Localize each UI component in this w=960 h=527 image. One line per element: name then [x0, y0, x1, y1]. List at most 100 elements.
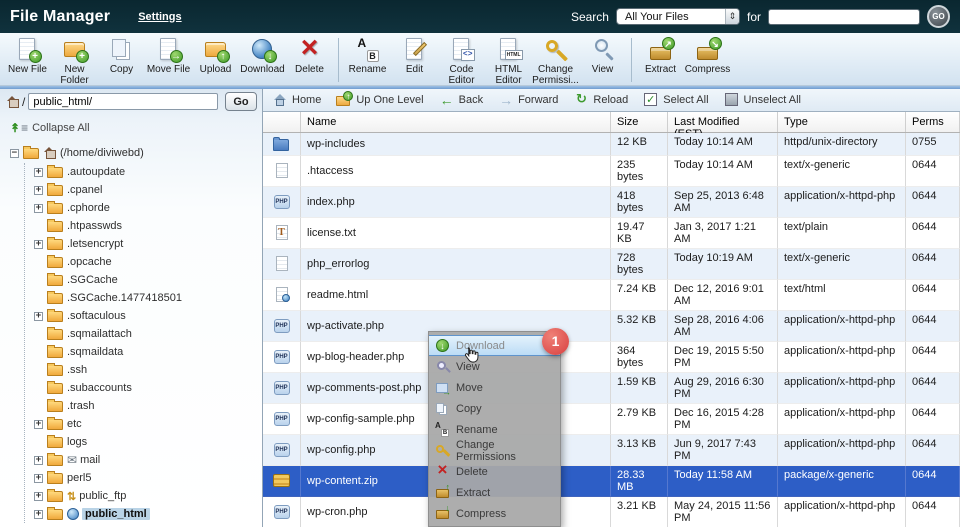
file-type: text/plain	[778, 218, 906, 249]
nav-button[interactable]: Up One Level	[336, 92, 423, 108]
tree-item[interactable]: .SGCache.1477418501	[34, 289, 262, 307]
context-menu-item[interactable]: Compress	[429, 503, 560, 524]
toolbar-button[interactable]: Change Permissi...	[532, 36, 579, 86]
expand-box-icon[interactable]	[34, 474, 43, 483]
expand-box-icon[interactable]	[34, 186, 43, 195]
table-row[interactable]: index.php 418 bytes Sep 25, 2013 6:48 AM…	[263, 187, 960, 218]
expand-box-icon[interactable]	[34, 492, 43, 501]
table-row[interactable]: wp-activate.php 5.32 KB Sep 28, 2016 4:0…	[263, 311, 960, 342]
expand-box-icon[interactable]	[34, 456, 43, 465]
context-menu-item[interactable]: Move	[429, 377, 560, 398]
table-row[interactable]: wp-comments-post.php 1.59 KB Aug 29, 201…	[263, 373, 960, 404]
tree-item[interactable]: perl5	[34, 469, 262, 487]
collapse-all-button[interactable]: Collapse All	[10, 121, 262, 135]
expand-box-icon[interactable]	[34, 510, 43, 519]
nav-button[interactable]: Forward	[498, 92, 558, 108]
context-menu-item[interactable]: Download	[429, 335, 560, 356]
nav-button[interactable]: Reload	[573, 92, 628, 108]
tree-item[interactable]: .opcache	[34, 253, 262, 271]
toolbar-button-label: Delete	[295, 64, 324, 75]
toolbar-button[interactable]: Move File	[145, 36, 192, 75]
search-scope-select[interactable]: All Your Files ⇕	[616, 8, 740, 25]
toolbar-button[interactable]: Download	[239, 36, 286, 75]
tree-item[interactable]: .cphorde	[34, 199, 262, 217]
table-row[interactable]: .htaccess 235 bytes Today 10:14 AM text/…	[263, 156, 960, 187]
expand-box-icon[interactable]	[34, 420, 43, 429]
search-input[interactable]	[768, 9, 920, 25]
toolbar-button[interactable]: Upload	[192, 36, 239, 75]
file-name: license.txt	[301, 218, 611, 249]
toolbar-button[interactable]: Extract	[637, 36, 684, 82]
toolbar-button[interactable]: New File	[4, 36, 51, 75]
column-header-type[interactable]: Type	[778, 112, 906, 132]
path-input[interactable]	[28, 93, 218, 110]
tree-item[interactable]: .cpanel	[34, 181, 262, 199]
context-menu-item[interactable]: Rename	[429, 419, 560, 440]
table-row[interactable]: wp-config.php 3.13 KB Jun 9, 2017 7:43 P…	[263, 435, 960, 466]
tree-item[interactable]: etc	[34, 415, 262, 433]
toolbar-button[interactable]: Code Editor	[438, 36, 485, 86]
tree-item[interactable]: public_html	[34, 505, 262, 523]
path-go-button[interactable]: Go	[225, 92, 257, 111]
table-row[interactable]: wp-content.zip 28.33 MB Today 11:58 AM p…	[263, 466, 960, 497]
tree-root-home[interactable]: (/home/diviwebd)	[10, 144, 262, 162]
tree-item[interactable]: .trash	[34, 397, 262, 415]
column-header-perms[interactable]: Perms	[906, 112, 960, 132]
column-header-size[interactable]: Size	[611, 112, 668, 132]
tree-item[interactable]: .ssh	[34, 361, 262, 379]
search-go-button[interactable]: GO	[927, 5, 950, 28]
search-area: Search All Your Files ⇕ for GO	[571, 5, 950, 28]
table-row[interactable]: php_errorlog 728 bytes Today 10:19 AM te…	[263, 249, 960, 280]
toolbar-button[interactable]: Rename	[344, 36, 391, 82]
context-menu-item[interactable]: Delete	[429, 461, 560, 482]
tree-item[interactable]: .autoupdate	[34, 163, 262, 181]
toolbar-button[interactable]: View	[579, 36, 626, 75]
table-row[interactable]: wp-config-sample.php 2.79 KB Dec 16, 201…	[263, 404, 960, 435]
column-header-modified[interactable]: Last Modified (EST)	[668, 112, 778, 132]
tree-item[interactable]: logs	[34, 433, 262, 451]
home-icon	[43, 147, 56, 159]
toolbar-button[interactable]: New Folder	[51, 36, 98, 86]
table-row[interactable]: wp-blog-header.php 364 bytes Dec 19, 201…	[263, 342, 960, 373]
context-menu-item[interactable]: View	[429, 356, 560, 377]
folder-icon	[47, 221, 63, 232]
toolbar-button[interactable]: Delete	[286, 36, 333, 75]
toolbar-button[interactable]: Edit	[391, 36, 438, 75]
tree-item[interactable]: .htpasswds	[34, 217, 262, 235]
tree-item[interactable]: .letsencrypt	[34, 235, 262, 253]
context-menu-item[interactable]: Change Permissions	[429, 440, 560, 461]
tree-item[interactable]: .sqmailattach	[34, 325, 262, 343]
tree-item[interactable]: .SGCache	[34, 271, 262, 289]
nav-button[interactable]: Back	[439, 92, 483, 108]
tree-item[interactable]: mail	[34, 451, 262, 469]
toolbar-button[interactable]: HTML Editor	[485, 36, 532, 86]
tree-item-label: .sqmailattach	[67, 328, 132, 340]
folder-mail-icon	[67, 453, 77, 467]
toolbar-button-label: Download	[240, 64, 284, 75]
nav-button[interactable]: Home	[272, 92, 321, 108]
context-menu-item[interactable]: Extract	[429, 482, 560, 503]
expand-box-icon[interactable]	[34, 168, 43, 177]
context-menu-item[interactable]: Copy	[429, 398, 560, 419]
file-name: .htaccess	[301, 156, 611, 187]
column-header-name[interactable]: Name	[301, 112, 611, 132]
settings-link[interactable]: Settings	[138, 11, 181, 23]
expand-box-icon[interactable]	[34, 204, 43, 213]
toolbar-button[interactable]: Compress	[684, 36, 731, 75]
table-row[interactable]: wp-includes 12 KB Today 10:14 AM httpd/u…	[263, 133, 960, 156]
compress-icon	[435, 506, 450, 521]
tree-item[interactable]: .subaccounts	[34, 379, 262, 397]
expand-box-icon[interactable]	[34, 312, 43, 321]
table-row[interactable]: license.txt 19.47 KB Jan 3, 2017 1:21 AM…	[263, 218, 960, 249]
nav-button[interactable]: Select All	[643, 92, 708, 108]
file-type: application/x-httpd-php	[778, 187, 906, 218]
nav-button[interactable]: Unselect All	[724, 92, 801, 108]
tree-item[interactable]: .sqmaildata	[34, 343, 262, 361]
tree-item[interactable]: public_ftp	[34, 487, 262, 505]
expand-box-icon[interactable]	[34, 240, 43, 249]
table-row[interactable]: readme.html 7.24 KB Dec 12, 2016 9:01 AM…	[263, 280, 960, 311]
toolbar-button[interactable]: Copy	[98, 36, 145, 75]
tree-item[interactable]: .softaculous	[34, 307, 262, 325]
collapse-box-icon[interactable]	[10, 149, 19, 158]
table-row[interactable]: wp-cron.php 3.21 KB May 24, 2015 11:56 P…	[263, 497, 960, 527]
